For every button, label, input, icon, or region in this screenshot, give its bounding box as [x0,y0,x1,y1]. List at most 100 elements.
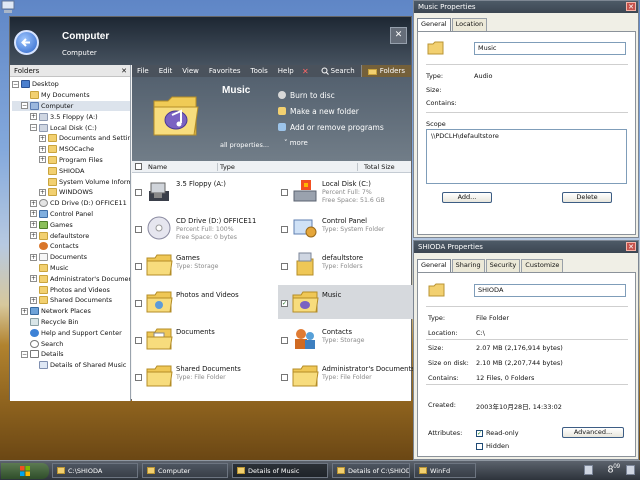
hidden-checkbox[interactable] [476,443,483,450]
tree-item[interactable]: System Volume Informat [12,176,130,187]
taskbar-button[interactable]: Computer [142,463,228,478]
menu-tools[interactable]: Tools [246,65,273,77]
tree-expander[interactable]: + [30,199,37,207]
menu-help[interactable]: Help [273,65,299,77]
column-total-size[interactable]: Total Size [364,161,395,173]
tree-expander[interactable]: + [39,145,46,153]
tree-item[interactable]: Details of Shared Music [12,360,130,371]
tree-expander[interactable]: + [30,210,37,218]
tree-expander[interactable]: + [39,156,46,164]
tree-item[interactable]: + Control Panel [12,209,130,220]
tree-item[interactable]: +3.5 Floppy (A:) [12,111,130,122]
tree-expander[interactable]: + [39,134,46,142]
tree-expander[interactable]: − [12,80,19,88]
search-button[interactable]: Search [315,65,361,77]
item-checkbox[interactable] [281,337,288,344]
grid-item[interactable]: Contacts Type: Storage [278,322,418,356]
tree-item[interactable]: + Documents and Settings [12,133,130,144]
tab-location[interactable]: Location [451,18,488,31]
more-actions-link[interactable]: ˅ more [284,135,384,151]
delete-button[interactable]: Delete [562,192,612,203]
tree-item[interactable]: + defaultstore [12,230,130,241]
tree-item[interactable]: Music [12,263,130,274]
tree-item[interactable]: + Administrator's Documents [12,273,130,284]
tree-item[interactable]: − Details [12,349,130,360]
menu-favorites[interactable]: Favorites [204,65,246,77]
tree-item[interactable]: − Desktop [12,79,130,90]
shioda-properties-close-button[interactable]: ✕ [626,242,636,251]
tree-item[interactable]: − Computer [12,100,130,112]
menu-file[interactable]: File [132,65,154,77]
tree-expander[interactable]: + [21,307,28,315]
tree-item[interactable]: Help and Support Center [12,327,130,338]
music-properties-close-button[interactable]: ✕ [626,2,636,11]
tray-icon[interactable] [626,465,635,475]
tree-item[interactable]: − Local Disk (C:) [12,122,130,133]
column-type[interactable]: Type [220,161,235,173]
grid-item[interactable]: Documents [132,322,272,356]
tree-expander[interactable]: + [39,188,46,196]
item-checkbox[interactable]: ✓ [281,300,288,307]
tree-expander[interactable]: + [30,113,37,121]
folder-name-field[interactable]: Music [474,42,626,55]
all-properties-link[interactable]: all properties... [220,141,269,149]
grid-item[interactable]: Administrator's Documents Type: File Fold… [278,359,418,393]
tray-icon[interactable] [584,465,593,475]
tab-general[interactable]: General [417,18,451,31]
tree-item[interactable]: Recycle Bin [12,317,130,328]
tab-security[interactable]: Security [485,259,521,272]
tree-item[interactable]: + Games [12,219,130,230]
column-name[interactable]: Name [148,161,167,173]
grid-item[interactable]: 3.5 Floppy (A:) [132,174,272,208]
column-separator[interactable] [217,163,218,171]
tab-general[interactable]: General [417,259,451,272]
readonly-checkbox[interactable]: ✓ [476,430,483,437]
grid-item[interactable]: ✓ Music [278,285,418,319]
tree-item[interactable]: + MSOCache [12,144,130,155]
add-remove-programs-action[interactable]: Add or remove programs [278,119,384,135]
clock[interactable]: 809 [608,464,620,475]
grid-item[interactable]: Shared Documents Type: File Folder [132,359,272,393]
taskbar-button[interactable]: Details of C:\SHIODA [332,463,410,478]
tab-sharing[interactable]: Sharing [451,259,485,272]
taskbar-button[interactable]: Details of Music [232,463,328,478]
taskbar-button[interactable]: WinFd [414,463,476,478]
grid-item[interactable]: Games Type: Storage [132,248,272,282]
tree-item[interactable]: + Network Places [12,306,130,317]
tree-item[interactable]: Photos and Videos [12,284,130,295]
start-button[interactable] [1,463,49,479]
back-button[interactable] [14,30,39,55]
grid-item[interactable]: defaultstore Type: Folders [278,248,418,282]
item-checkbox[interactable] [135,300,142,307]
tree-expander[interactable]: + [30,221,37,229]
explorer-close-button[interactable]: ✕ [390,27,407,44]
tree-item[interactable]: Search [12,338,130,349]
advanced-button[interactable]: Advanced... [562,427,624,438]
tree-item[interactable]: + Shared Documents [12,295,130,306]
scope-list-item[interactable]: \\PDCLH\defaultstore [431,132,499,140]
taskbar-button[interactable]: C:\SHIODA [52,463,138,478]
tree-item[interactable]: + WINDOWS [12,187,130,198]
burn-to-disc-action[interactable]: Burn to disc [278,87,384,103]
item-checkbox[interactable] [281,263,288,270]
scope-list[interactable]: \\PDCLH\defaultstore [426,129,627,184]
tree-expander[interactable]: − [21,350,28,358]
grid-item[interactable]: Control Panel Type: System Folder [278,211,418,245]
item-checkbox[interactable] [135,263,142,270]
tree-item[interactable]: + Documents [12,252,130,263]
item-checkbox[interactable] [281,189,288,196]
column-separator[interactable] [357,163,358,171]
grid-item[interactable]: Photos and Videos [132,285,272,319]
item-checkbox[interactable] [135,374,142,381]
select-all-checkbox[interactable] [135,163,142,170]
folder-name-field[interactable]: SHIODA [474,284,626,297]
tree-expander[interactable]: + [30,275,37,283]
folders-button[interactable]: Folders [360,65,411,77]
make-new-folder-action[interactable]: Make a new folder [278,103,384,119]
item-checkbox[interactable] [281,374,288,381]
tree-expander[interactable]: + [30,296,37,304]
item-checkbox[interactable] [281,226,288,233]
tree-item[interactable]: SHIODA [12,165,130,176]
tree-item[interactable]: + CD Drive (D:) OFFICE11 [12,198,130,209]
item-checkbox[interactable] [135,189,142,196]
